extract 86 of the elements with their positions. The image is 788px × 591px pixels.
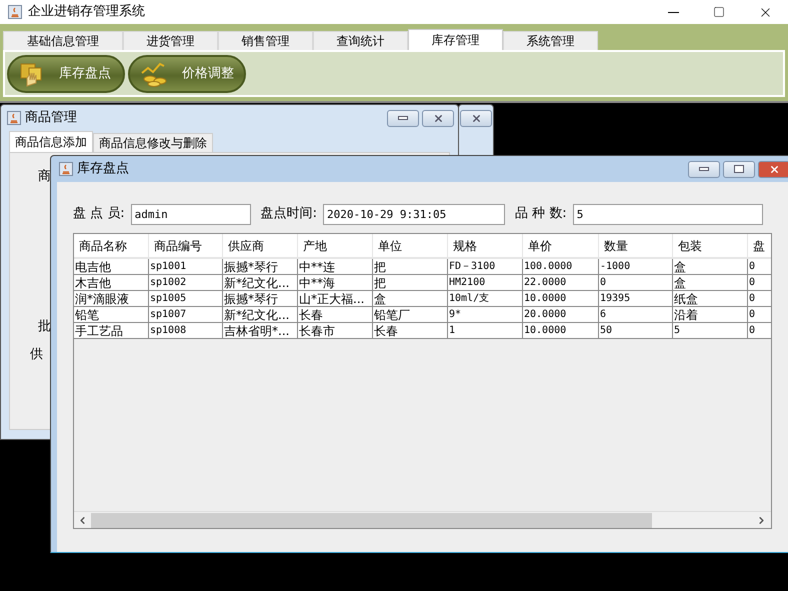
menu-tab[interactable]: 基础信息管理 — [3, 31, 123, 50]
frame-title: 商品管理 — [25, 109, 77, 128]
table-cell: sp1005 — [149, 291, 223, 306]
table-cell: 铅笔 — [74, 307, 149, 322]
table-cell: sp1008 — [149, 323, 223, 338]
menu-tab[interactable]: 库存管理 — [408, 29, 503, 50]
table-cell: 10.0000 — [523, 291, 599, 306]
table-cell: 沿着 — [673, 307, 748, 322]
scrollbar-thumb[interactable] — [91, 512, 652, 528]
table-cell: 手工艺品 — [74, 323, 149, 338]
minimize-button[interactable] — [387, 110, 419, 126]
table-cell: 润*滴眼液 — [74, 291, 149, 306]
table-cell: 10ml/支 — [448, 291, 523, 306]
table-cell: HM2100 — [448, 275, 523, 290]
java-cup-icon — [8, 5, 22, 19]
frame-tab[interactable]: 商品信息修改与删除 — [93, 133, 213, 152]
table-cell: 长春 — [298, 307, 373, 322]
table-cell: 0 — [599, 275, 673, 290]
table-cell: 木吉他 — [74, 275, 149, 290]
menu-tab[interactable]: 查询统计 — [313, 31, 408, 50]
frame-title: 库存盘点 — [77, 160, 129, 178]
table-cell: 中**海 — [298, 275, 373, 290]
table-cell: 20.0000 — [523, 307, 599, 322]
close-icon — [470, 113, 482, 124]
menu-tab[interactable]: 进货管理 — [123, 31, 218, 50]
table-cell: FD－3100 — [448, 259, 523, 274]
table-cell: 新*纪文化... — [223, 307, 298, 322]
table-cell: 50 — [599, 323, 673, 338]
close-icon — [432, 112, 444, 124]
table-cell: 振撼*琴行 — [223, 291, 298, 306]
form-label: 供 — [30, 346, 43, 364]
maximize-icon — [713, 6, 725, 18]
field-label: 盘 点 员: — [73, 205, 125, 224]
minimize-button[interactable] — [688, 160, 720, 178]
close-button[interactable] — [758, 160, 788, 178]
close-button[interactable] — [460, 110, 492, 127]
table-cell: 1 — [448, 323, 523, 338]
field-label: 品 种 数: — [515, 205, 567, 224]
field-label: 盘点时间: — [260, 205, 318, 224]
form-label: 批 — [38, 318, 51, 336]
table-cell: 0 — [748, 291, 771, 306]
table-cell: 长春市 — [298, 323, 373, 338]
close-icon — [768, 164, 780, 174]
window-title: 企业进销存管理系统 — [28, 3, 145, 22]
table-cell: 0 — [748, 307, 771, 322]
frame-tab[interactable]: 商品信息添加 — [9, 131, 93, 152]
table-cell: 0 — [748, 259, 771, 274]
table-cell: 6 — [599, 307, 673, 322]
table-cell: 0 — [748, 275, 771, 290]
table-cell: sp1007 — [149, 307, 223, 322]
table-cell: 5 — [673, 323, 748, 338]
table-cell: 0 — [748, 323, 771, 338]
table-cell: 盒 — [673, 259, 748, 274]
table-cell: 10.0000 — [523, 323, 599, 338]
table-cell: 振撼*琴行 — [223, 259, 298, 274]
table-cell: 19395 — [599, 291, 673, 306]
table-cell: 铅笔厂 — [373, 307, 448, 322]
table-cell: 9* — [448, 307, 523, 322]
menu-tab[interactable]: 系统管理 — [503, 31, 598, 50]
table-cell: 100.0000 — [523, 259, 599, 274]
toolbar-button[interactable]: 库存盘点 — [7, 54, 125, 92]
table-cell: 把 — [373, 275, 448, 290]
text-field[interactable]: 2020-10-29 9:31:05 — [323, 204, 506, 224]
table-cell: -1000 — [599, 259, 673, 274]
text-field[interactable]: 5 — [572, 204, 763, 224]
table-cell: 纸盒 — [673, 291, 748, 306]
java-cup-icon — [7, 111, 21, 125]
table-cell: 22.0000 — [523, 275, 599, 290]
form-label: 商 — [38, 168, 51, 186]
table-cell: 盒 — [673, 275, 748, 290]
toolbar-button[interactable]: 价格调整 — [128, 54, 246, 92]
table-cell: 把 — [373, 259, 448, 274]
table-cell: sp1001 — [149, 259, 223, 274]
table-cell: 山*正大福... — [298, 291, 373, 306]
close-button[interactable] — [422, 110, 454, 126]
table-cell: 长春 — [373, 323, 448, 338]
table-cell: 新*纪文化... — [223, 275, 298, 290]
table-cell: 电吉他 — [74, 259, 149, 274]
menu-tab[interactable]: 销售管理 — [218, 31, 313, 50]
table-cell: 吉林省明*... — [223, 323, 298, 338]
table-cell: sp1002 — [149, 275, 223, 290]
table-cell: 中**连 — [298, 259, 373, 274]
maximize-button[interactable] — [723, 160, 755, 178]
java-cup-icon — [59, 162, 73, 176]
text-field[interactable]: admin — [130, 204, 251, 224]
table-cell: 盒 — [373, 291, 448, 306]
